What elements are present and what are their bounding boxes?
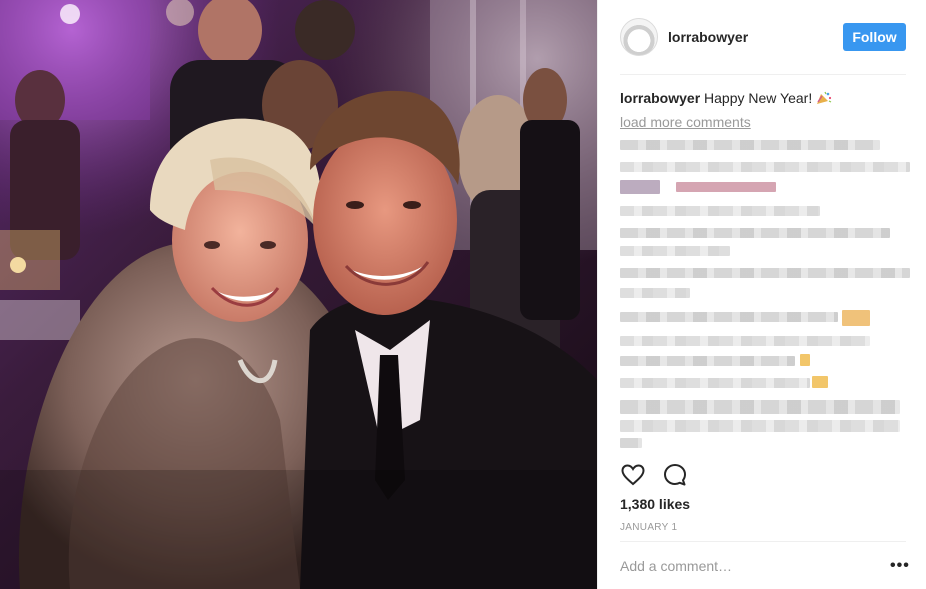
add-comment-bar: •••	[620, 541, 909, 589]
comment-input[interactable]	[620, 558, 890, 574]
obscured-comment	[620, 206, 820, 216]
obscured-comment	[620, 246, 730, 256]
obscured-comment	[676, 182, 776, 192]
load-more-comments-link[interactable]: load more comments	[620, 114, 906, 130]
obscured-comment	[620, 228, 890, 238]
obscured-comment	[800, 354, 810, 366]
post-header: lorrabowyer Follow	[620, 0, 906, 75]
caption-username[interactable]: lorrabowyer	[620, 90, 700, 106]
obscured-comment	[620, 420, 900, 432]
caption-text: Happy New Year!	[704, 90, 813, 106]
heart-outline-icon[interactable]	[620, 462, 646, 488]
obscured-comment	[620, 162, 910, 172]
obscured-comment	[620, 288, 690, 298]
speech-bubble-icon[interactable]	[662, 462, 688, 488]
username[interactable]: lorrabowyer	[668, 29, 748, 45]
obscured-comment	[620, 438, 642, 448]
obscured-comment	[620, 336, 870, 346]
obscured-comment	[620, 378, 810, 388]
obscured-comment	[812, 376, 828, 388]
obscured-comment	[620, 180, 660, 194]
obscured-comment	[620, 312, 838, 322]
party-popper-icon	[816, 91, 832, 105]
more-options-icon[interactable]: •••	[890, 558, 909, 574]
obscured-comment	[620, 400, 900, 414]
obscured-comment	[620, 356, 795, 366]
photo-image	[0, 0, 597, 589]
post-photo[interactable]	[0, 0, 597, 589]
likes-count[interactable]: 1,380 likes	[620, 496, 690, 512]
instagram-post: lorrabowyer Follow lorrabowyer Happy New…	[0, 0, 926, 589]
comments-list-obscured	[620, 136, 910, 454]
follow-button[interactable]: Follow	[843, 23, 906, 51]
post-side-panel: lorrabowyer Follow lorrabowyer Happy New…	[597, 0, 926, 589]
obscured-comment	[620, 268, 910, 278]
obscured-comment	[620, 140, 880, 150]
post-actions	[620, 462, 688, 488]
caption: lorrabowyer Happy New Year!	[620, 89, 906, 107]
obscured-comment	[842, 310, 870, 326]
avatar[interactable]	[620, 18, 658, 56]
post-date[interactable]: JANUARY 1	[620, 522, 677, 533]
